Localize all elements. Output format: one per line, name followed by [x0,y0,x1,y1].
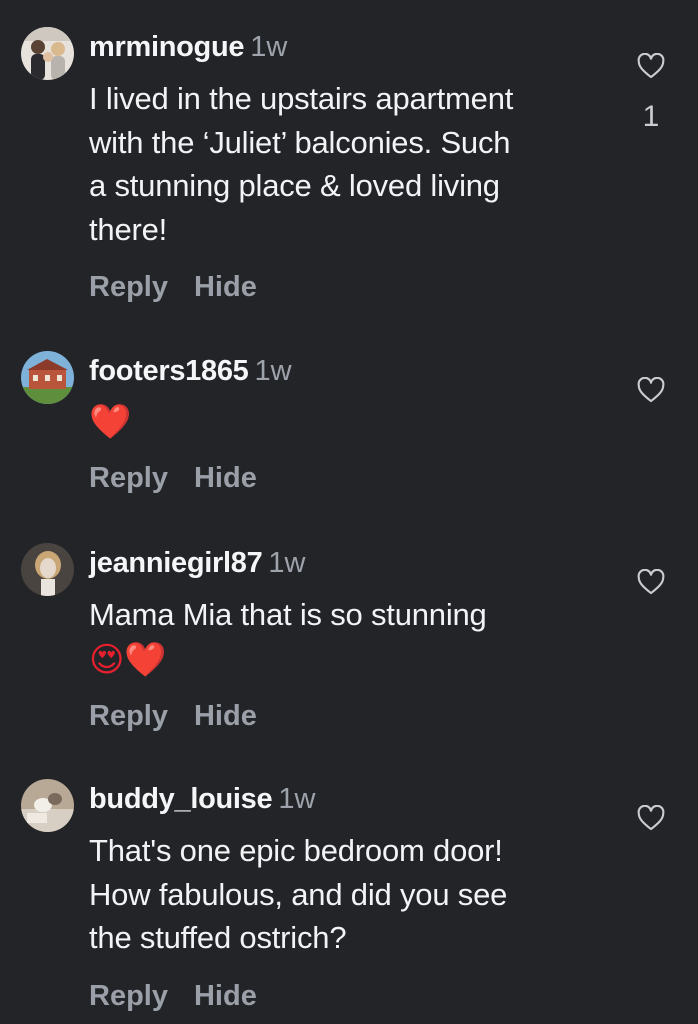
comment-text: Mama Mia that is so stunning 😍❤️ [89,593,609,682]
emoji-reaction: 😍❤️ [89,639,167,680]
heart-outline-icon [637,377,665,403]
comment-username[interactable]: jeanniegirl87 [89,547,263,579]
comment-username[interactable]: footers1865 [89,355,249,387]
avatar[interactable] [21,779,74,832]
comment-text-line: with the ‘Juliet’ balconies. Such [89,124,511,160]
avatar[interactable] [21,543,74,596]
comment-text-line: a stunning place & loved living [89,168,500,203]
like-count: 1 [642,100,660,133]
comment-timestamp: 1w [268,547,306,579]
comment-timestamp: 1w [250,31,288,63]
hide-button[interactable]: Hide [194,462,257,494]
avatar-image [21,779,74,832]
comment-username[interactable]: mrminogue [89,31,245,63]
comment-timestamp: 1w [278,783,316,815]
comment-text-line: That's one epic bedroom door! [89,833,503,868]
comment-text-line: I lived in the upstairs apartment [89,81,514,116]
hide-button[interactable]: Hide [194,980,257,1012]
like-button[interactable] [637,377,665,403]
comment-timestamp: 1w [254,355,292,387]
avatar-image [21,351,74,404]
like-button[interactable] [637,53,665,79]
avatar[interactable] [21,351,74,404]
avatar[interactable] [21,27,74,80]
comment-text: I lived in the upstairs apartment with t… [89,77,609,251]
like-button[interactable] [637,569,665,595]
comment-text-line: How fabulous, and did you see [89,876,508,912]
comment-text-line: there! [89,211,168,247]
heart-outline-icon [637,569,665,595]
comment-text-line: Mama Mia that is so stunning [89,597,487,632]
reply-button[interactable]: Reply [89,271,168,303]
avatar-image [21,543,74,596]
comment-text: That's one epic bedroom door! How fabulo… [89,829,609,960]
avatar-image [21,27,74,80]
comment-text-line: the stuffed ostrich? [89,920,347,955]
hide-button[interactable]: Hide [194,700,257,732]
reply-button[interactable]: Reply [89,462,168,494]
reply-button[interactable]: Reply [89,980,168,1012]
heart-outline-icon [637,53,665,79]
heart-emoji: ❤️ [89,402,132,443]
comment-text: ❤️ [89,399,609,444]
heart-outline-icon [637,805,665,831]
hide-button[interactable]: Hide [194,271,257,303]
like-button[interactable] [637,805,665,831]
comment-username[interactable]: buddy_louise [89,783,273,815]
reply-button[interactable]: Reply [89,700,168,732]
